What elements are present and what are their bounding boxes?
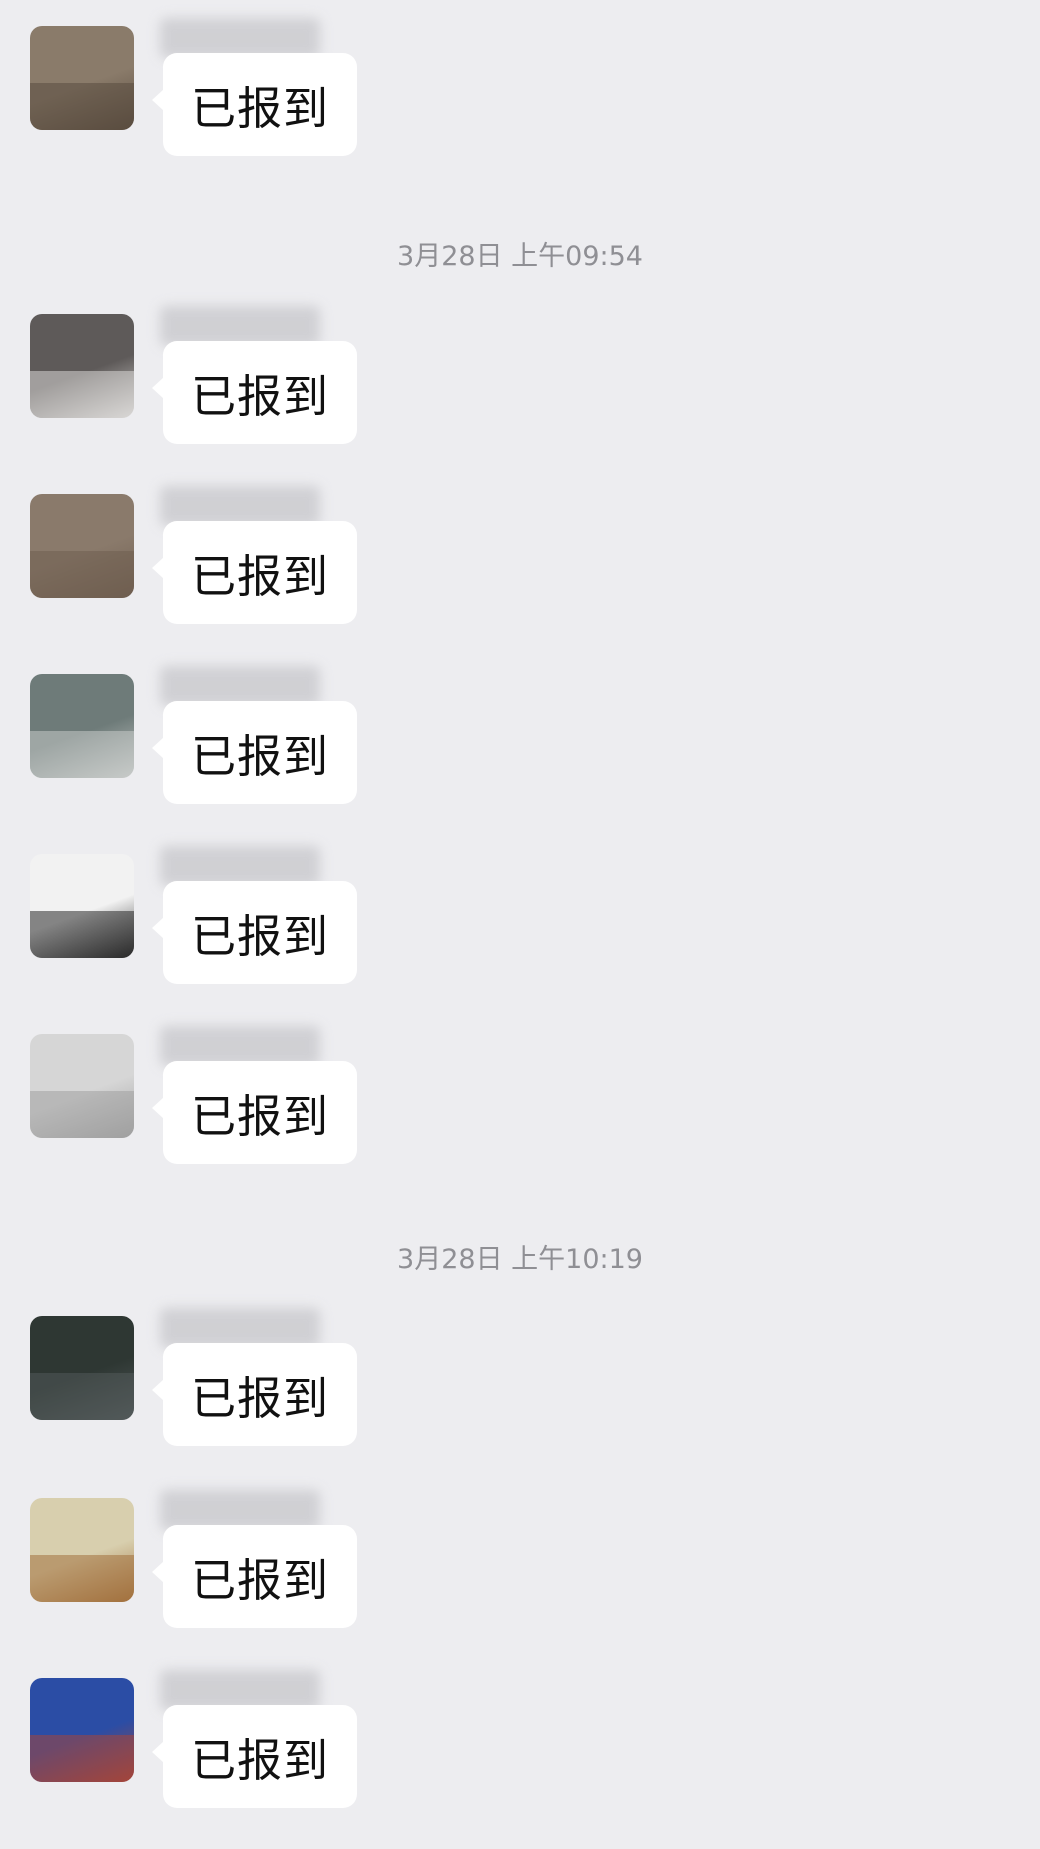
chat-message: 已报到 — [0, 306, 1040, 444]
message-bubble[interactable]: 已报到 — [152, 881, 357, 984]
avatar[interactable] — [30, 26, 134, 130]
chat-message: 已报到 — [0, 666, 1040, 804]
chat-history[interactable]: 已报到 3月28日 上午09:54 已报到 已报到 已报到 已报到 已报到 3月… — [0, 0, 1040, 1849]
chat-message: 已报到 — [0, 18, 1040, 156]
message-bubble[interactable]: 已报到 — [152, 341, 357, 444]
message-bubble[interactable]: 已报到 — [152, 1705, 357, 1808]
chat-message: 已报到 — [0, 846, 1040, 984]
sender-name-blurred — [160, 1490, 320, 1530]
avatar[interactable] — [30, 1498, 134, 1602]
sender-name-blurred — [160, 1308, 320, 1348]
timestamp: 3月28日 上午09:54 — [397, 241, 643, 272]
timestamp: 3月28日 上午10:19 — [397, 1244, 643, 1275]
message-bubble[interactable]: 已报到 — [152, 1343, 357, 1446]
message-bubble[interactable]: 已报到 — [152, 1061, 357, 1164]
sender-name-blurred — [160, 1026, 320, 1066]
avatar[interactable] — [30, 1316, 134, 1420]
message-bubble[interactable]: 已报到 — [152, 701, 357, 804]
chat-message: 已报到 — [0, 1490, 1040, 1628]
sender-name-blurred — [160, 306, 320, 346]
chat-message: 已报到 — [0, 1308, 1040, 1446]
avatar[interactable] — [30, 314, 134, 418]
avatar[interactable] — [30, 1678, 134, 1782]
avatar[interactable] — [30, 674, 134, 778]
sender-name-blurred — [160, 846, 320, 886]
avatar[interactable] — [30, 854, 134, 958]
chat-message: 已报到 — [0, 1026, 1040, 1164]
chat-message: 已报到 — [0, 486, 1040, 624]
message-bubble[interactable]: 已报到 — [152, 521, 357, 624]
sender-name-blurred — [160, 666, 320, 706]
sender-name-blurred — [160, 1670, 320, 1710]
sender-name-blurred — [160, 18, 320, 58]
message-bubble[interactable]: 已报到 — [152, 1525, 357, 1628]
avatar[interactable] — [30, 494, 134, 598]
message-bubble[interactable]: 已报到 — [152, 53, 357, 156]
chat-message: 已报到 — [0, 1670, 1040, 1808]
sender-name-blurred — [160, 486, 320, 526]
avatar[interactable] — [30, 1034, 134, 1138]
